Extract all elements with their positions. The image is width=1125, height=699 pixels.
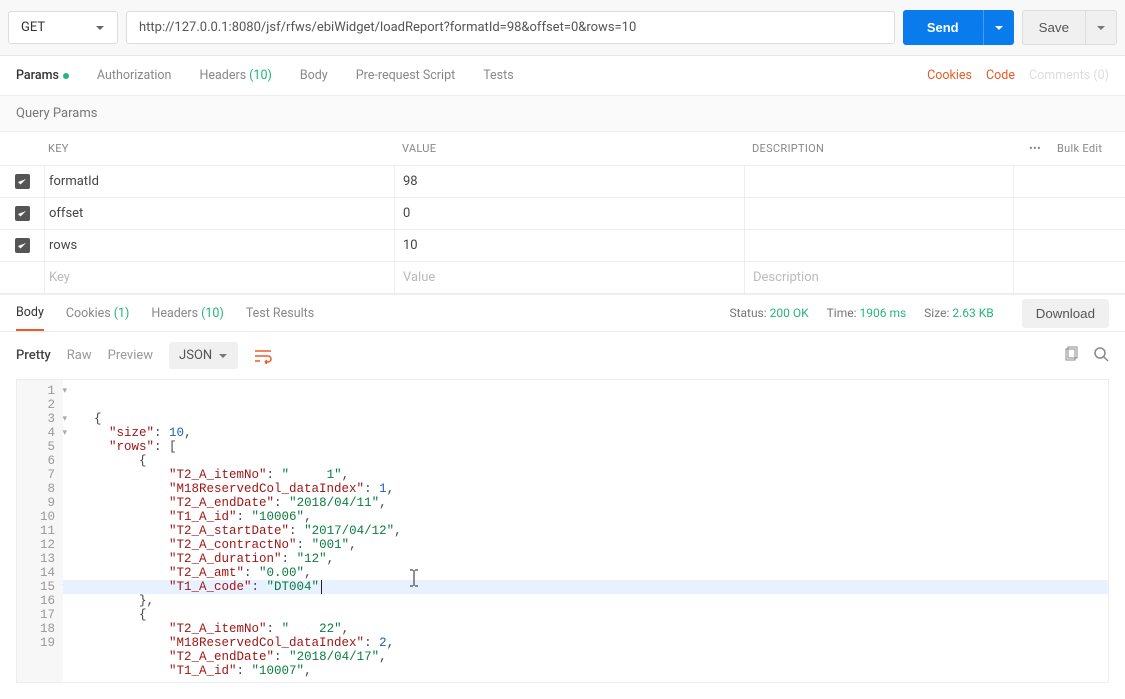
time-value[interactable]: 1906 ms [860, 306, 907, 320]
count-badge: (1) [114, 306, 130, 321]
rtab-cookies[interactable]: Cookies(1) [66, 295, 130, 331]
key-cell[interactable]: offset [44, 198, 394, 229]
col-key: KEY [44, 142, 394, 155]
save-button[interactable]: Save [1022, 10, 1086, 45]
key-cell[interactable]: formatId [44, 166, 394, 197]
status-label: Status: [729, 306, 766, 320]
tab-headers[interactable]: Headers(10) [199, 56, 271, 95]
table-row: rows 10 [0, 230, 1125, 262]
wrap-icon [254, 348, 272, 364]
request-tabs: Params Authorization Headers(10) Body Pr… [0, 56, 1125, 96]
query-params-title: Query Params [0, 96, 1125, 131]
response-tabs: Body Cookies(1) Headers(10) Test Results… [0, 294, 1125, 332]
search-icon [1093, 346, 1109, 362]
table-row: formatId 98 [0, 166, 1125, 198]
col-value: VALUE [394, 142, 744, 155]
key-input[interactable]: Key [44, 262, 394, 293]
time-label: Time: [827, 306, 857, 320]
format-value: JSON [179, 348, 212, 363]
chevron-down-icon [218, 351, 228, 361]
desc-cell[interactable] [744, 166, 1013, 197]
checkbox[interactable] [15, 206, 30, 221]
rtab-label: Cookies [66, 306, 111, 321]
key-cell[interactable]: rows [44, 230, 394, 261]
tab-label: Params [16, 68, 59, 83]
chevron-down-icon [994, 23, 1004, 33]
download-button[interactable]: Download [1022, 299, 1109, 328]
response-meta: Status: 200 OK Time: 1906 ms Size: 2.63 … [729, 295, 1109, 331]
link-code[interactable]: Code [986, 68, 1015, 83]
vtab-raw[interactable]: Raw [67, 348, 92, 363]
send-more-button[interactable] [983, 10, 1014, 45]
save-more-button[interactable] [1086, 10, 1117, 45]
chevron-down-icon [1096, 23, 1106, 33]
text-cursor-icon [363, 555, 420, 605]
chevron-down-icon [95, 23, 105, 33]
active-dot-icon [63, 73, 69, 79]
copy-icon [1063, 346, 1079, 362]
table-header: KEY VALUE DESCRIPTION ••• Bulk Edit [0, 132, 1125, 166]
checkbox[interactable] [15, 238, 30, 253]
rtab-label: Headers [151, 306, 198, 321]
checkbox[interactable] [15, 174, 30, 189]
count-badge: (10) [201, 306, 224, 321]
size-value[interactable]: 2.63 KB [952, 306, 993, 320]
link-cookies[interactable]: Cookies [927, 68, 972, 83]
response-body[interactable]: 12345678910111213141516171819 { "size": … [16, 379, 1109, 683]
table-row: offset 0 [0, 198, 1125, 230]
tab-authorization[interactable]: Authorization [97, 56, 172, 95]
desc-input[interactable]: Description [744, 262, 1013, 293]
value-cell[interactable]: 0 [394, 198, 744, 229]
status-value[interactable]: 200 OK [770, 306, 809, 320]
format-select[interactable]: JSON [169, 342, 238, 369]
table-row-new[interactable]: Key Value Description [0, 262, 1125, 294]
tab-label: Headers [199, 68, 246, 83]
tab-body[interactable]: Body [300, 56, 328, 95]
link-comments: Comments (0) [1029, 68, 1109, 83]
send-button[interactable]: Send [903, 10, 983, 45]
send-button-group: Send [903, 10, 1014, 45]
right-links: Cookies Code Comments (0) [927, 56, 1109, 95]
count-badge: (10) [249, 68, 272, 83]
rtab-body[interactable]: Body [16, 295, 44, 331]
desc-cell[interactable] [744, 198, 1013, 229]
wrap-lines-button[interactable] [254, 348, 272, 364]
request-bar: GET http://127.0.0.1:8080/jsf/rfws/ebiWi… [0, 0, 1125, 56]
tab-params[interactable]: Params [16, 56, 69, 95]
method-select[interactable]: GET [8, 11, 118, 44]
url-input[interactable]: http://127.0.0.1:8080/jsf/rfws/ebiWidget… [126, 11, 895, 44]
vtab-preview[interactable]: Preview [108, 348, 153, 363]
tab-prerequest[interactable]: Pre-request Script [356, 56, 455, 95]
tab-tests[interactable]: Tests [483, 56, 513, 95]
value-cell[interactable]: 10 [394, 230, 744, 261]
bulk-edit-button[interactable]: Bulk Edit [1057, 142, 1125, 155]
viewer-bar: Pretty Raw Preview JSON [0, 332, 1125, 379]
vtab-pretty[interactable]: Pretty [16, 348, 51, 363]
search-button[interactable] [1093, 346, 1109, 366]
col-desc: DESCRIPTION [744, 142, 1013, 155]
size-label: Size: [924, 306, 949, 320]
method-value: GET [21, 20, 45, 35]
more-columns-button[interactable]: ••• [1013, 142, 1057, 155]
desc-cell[interactable] [744, 230, 1013, 261]
rtab-headers[interactable]: Headers(10) [151, 295, 223, 331]
copy-button[interactable] [1063, 346, 1079, 366]
value-input[interactable]: Value [394, 262, 744, 293]
value-cell[interactable]: 98 [394, 166, 744, 197]
save-button-group: Save [1022, 10, 1117, 45]
rtab-test-results[interactable]: Test Results [246, 295, 314, 331]
params-table: KEY VALUE DESCRIPTION ••• Bulk Edit form… [0, 131, 1125, 294]
